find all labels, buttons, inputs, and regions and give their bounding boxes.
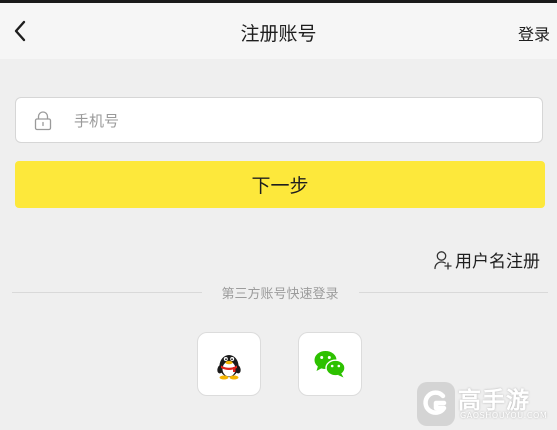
divider-line-left xyxy=(12,291,202,293)
phone-input[interactable] xyxy=(72,106,516,136)
watermark-domain: GAOSHOUYOU.COM xyxy=(460,411,548,420)
brand-logo-icon xyxy=(417,382,455,426)
lock-icon xyxy=(34,111,52,131)
wechat-login-button[interactable] xyxy=(298,332,362,396)
third-party-label: 第三方账号快速登录 xyxy=(221,286,339,302)
login-link[interactable]: 登录 xyxy=(518,21,550,45)
wechat-icon xyxy=(314,351,346,378)
page-title: 注册账号 xyxy=(240,23,317,45)
next-step-button[interactable]: 下一步 xyxy=(15,161,545,208)
third-party-divider: 第三方账号快速登录 xyxy=(12,282,549,302)
qq-login-button[interactable] xyxy=(197,332,261,396)
divider-line-right xyxy=(358,291,549,293)
username-register-link[interactable]: 用户名注册 xyxy=(434,247,540,272)
watermark-brand: 高手游 xyxy=(458,388,530,414)
brand-watermark: 高手游 GAOSHOUYOU.COM xyxy=(412,378,557,430)
username-register-label: 用户名注册 xyxy=(455,252,540,272)
nav-header: 注册账号 登录 xyxy=(0,3,557,59)
user-add-icon xyxy=(434,250,452,270)
phone-field-container xyxy=(15,97,543,143)
qq-icon xyxy=(217,355,241,380)
